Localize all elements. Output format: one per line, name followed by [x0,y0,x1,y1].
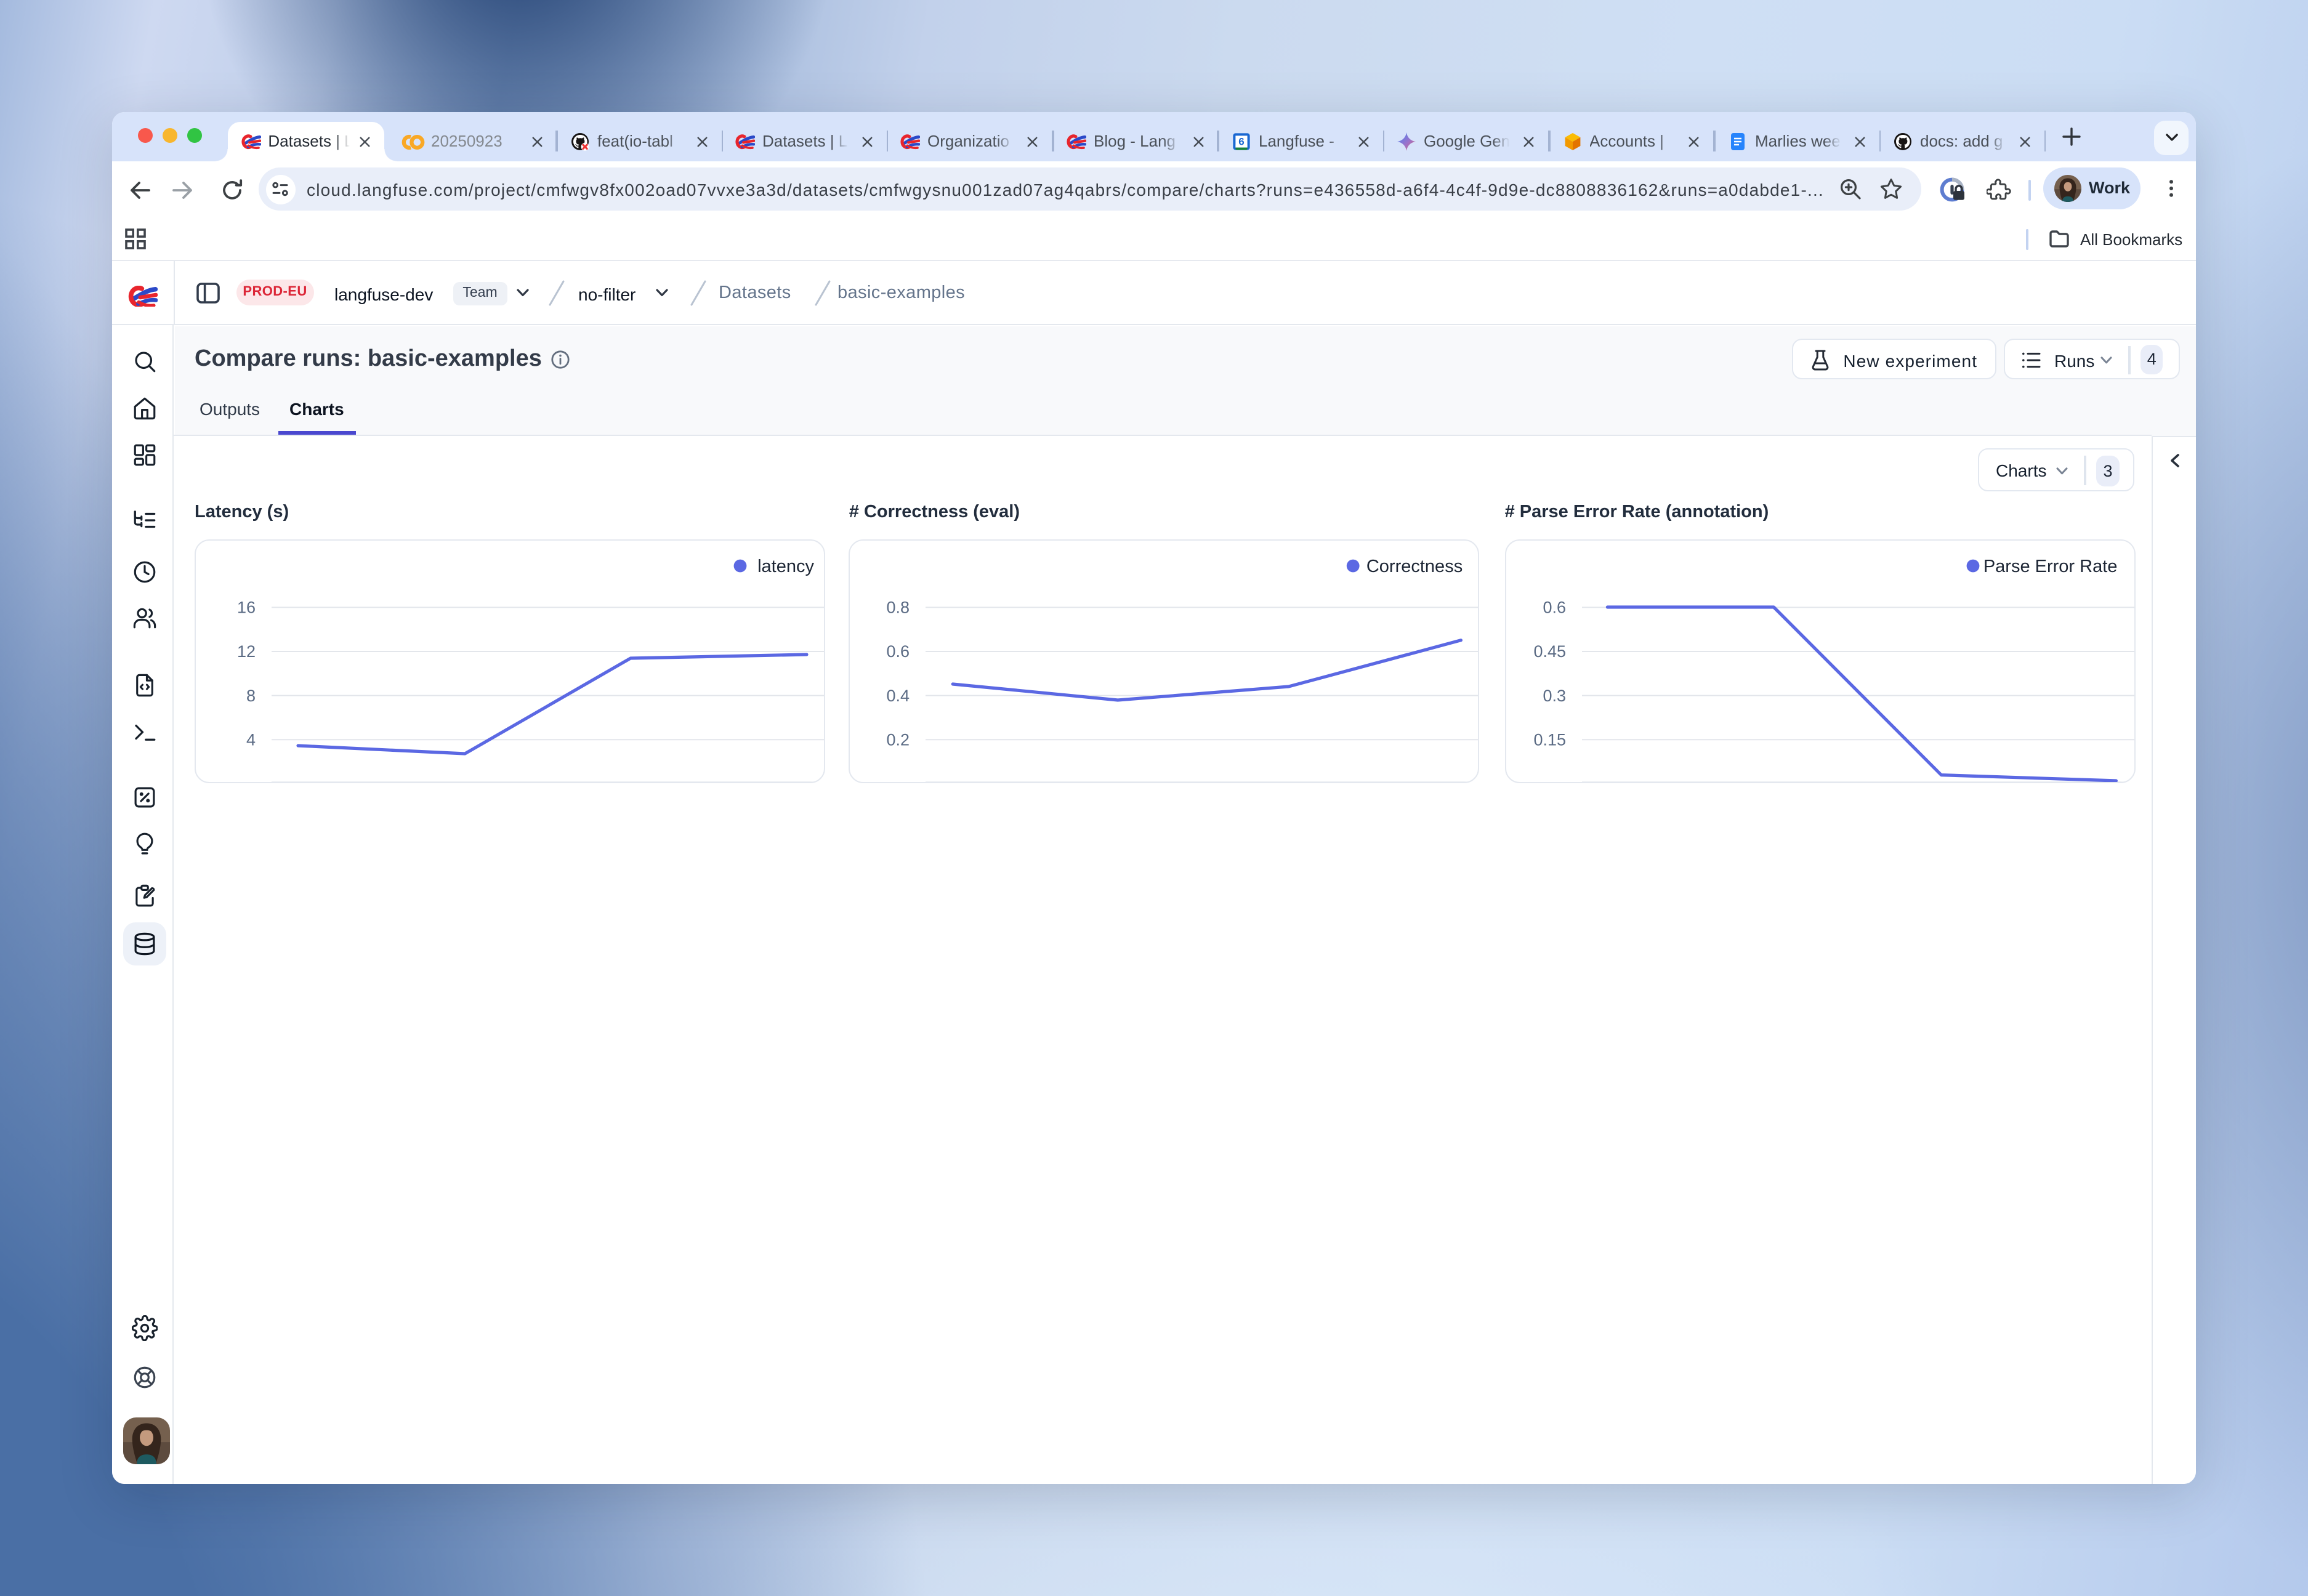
svg-text:0.6: 0.6 [887,643,910,661]
svg-text:16: 16 [237,599,256,618]
svg-text:0.2: 0.2 [887,731,910,749]
svg-text:0.4: 0.4 [887,687,910,706]
svg-text:latency: latency [757,557,814,577]
svg-text:6: 6 [1238,135,1244,147]
svg-text:4: 4 [246,731,256,749]
svg-text:0.15: 0.15 [1533,731,1566,749]
svg-text:12: 12 [237,643,256,661]
svg-text:0.6: 0.6 [1543,599,1566,618]
svg-text:0.45: 0.45 [1533,643,1566,661]
svg-text:0.8: 0.8 [887,599,910,618]
svg-text:0.3: 0.3 [1543,687,1566,706]
svg-text:Correctness: Correctness [1367,557,1463,577]
svg-text:Parse Error Rate: Parse Error Rate [1983,557,2117,577]
svg-text:8: 8 [246,687,256,706]
